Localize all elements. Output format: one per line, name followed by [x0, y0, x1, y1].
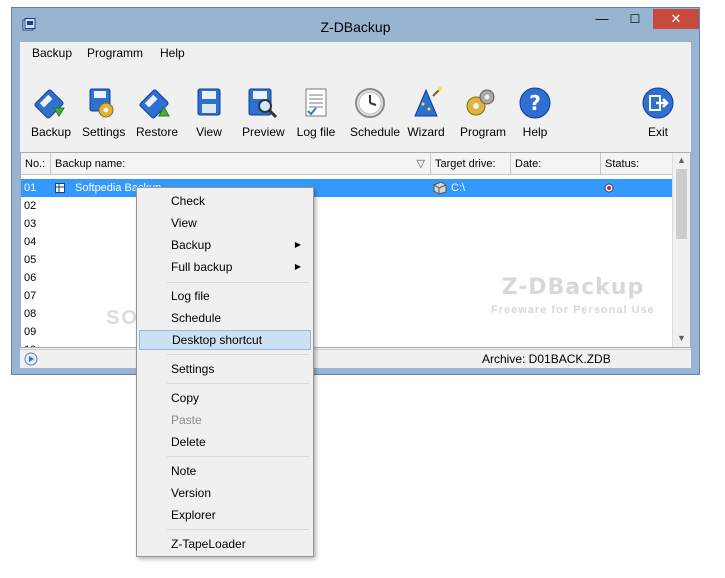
exit-icon — [642, 87, 674, 119]
context-item-copy[interactable]: Copy — [139, 388, 311, 408]
column-header-date[interactable]: Date: — [511, 153, 601, 175]
context-menu: Check View Backup ▶ Full backup ▶ Log fi… — [136, 187, 314, 557]
context-item-backup[interactable]: Backup ▶ — [139, 235, 311, 255]
column-header-status[interactable]: Status: — [601, 153, 681, 175]
column-header-target-drive[interactable]: Target drive: — [431, 153, 511, 175]
schedule-icon — [355, 88, 385, 118]
table-row[interactable]: 03 — [21, 215, 681, 233]
menu-separator — [167, 456, 309, 457]
context-item-schedule[interactable]: Schedule — [139, 308, 311, 328]
submenu-arrow-icon: ▶ — [294, 262, 301, 271]
context-item-desktop-shortcut[interactable]: Desktop shortcut — [139, 330, 311, 350]
menu-separator — [167, 383, 309, 384]
status-bar: Archive: D01BACK.ZDB — [20, 349, 691, 368]
preview-icon — [248, 88, 278, 119]
restore-icon — [139, 89, 170, 119]
menu-separator — [167, 354, 309, 355]
close-button[interactable]: ✕ — [653, 9, 699, 29]
view-icon — [197, 88, 221, 116]
help-icon: ? — [519, 87, 551, 119]
drive-icon — [433, 181, 447, 195]
menu-bar: Backup Programm Help — [20, 42, 691, 64]
menu-help[interactable]: Help — [160, 46, 185, 60]
play-icon[interactable] — [24, 352, 38, 366]
scroll-thumb[interactable] — [676, 169, 687, 239]
watermark-subtitle: Freeware for Personal Use — [491, 304, 655, 316]
log-file-icon — [305, 88, 327, 117]
context-item-paste: Paste — [171, 413, 202, 427]
wizard-icon — [414, 87, 442, 117]
menu-separator — [167, 282, 309, 283]
table-row[interactable]: 02 — [21, 197, 681, 215]
svg-text:?: ? — [529, 91, 541, 115]
context-item-view[interactable]: View — [139, 213, 311, 233]
app-window: Z-DBackup — ☐ ✕ Backup Programm Help Bac… — [11, 7, 700, 375]
table-row[interactable]: 10 — [21, 341, 681, 347]
context-item-note[interactable]: Note — [139, 461, 311, 481]
scroll-up-arrow[interactable]: ▲ — [677, 155, 686, 165]
context-item-log-file[interactable]: Log file — [139, 286, 311, 306]
context-item-check[interactable]: Check — [139, 191, 311, 211]
watermark: Z-DBackup Freeware for Personal Use — [491, 275, 655, 316]
menu-backup[interactable]: Backup — [32, 46, 72, 60]
table-row[interactable]: 05 — [21, 251, 681, 269]
toolbar: Backup Settings Restore View Preview Log… — [20, 66, 691, 146]
client-area: Backup Programm Help Backup Settings Res… — [20, 42, 691, 368]
context-item-z-tapeloader[interactable]: Z-TapeLoader — [139, 534, 311, 554]
maximize-button[interactable]: ☐ — [620, 9, 650, 29]
column-header-no[interactable]: No.: — [21, 153, 51, 175]
table-row[interactable]: 01 Softpedia Backup C:\ — [21, 179, 681, 197]
backup-icon — [34, 89, 65, 119]
title-bar[interactable]: Z-DBackup — ☐ ✕ — [12, 8, 699, 42]
vertical-scrollbar[interactable]: ▲ ▼ — [672, 153, 690, 347]
sort-icon[interactable]: ▽ — [417, 153, 425, 175]
watermark-title: Z-DBackup — [501, 275, 645, 300]
menu-programm[interactable]: Programm — [87, 46, 143, 60]
minimize-button[interactable]: — — [587, 9, 617, 29]
column-header-backup-name[interactable]: Backup name: ▽ — [51, 153, 431, 175]
context-item-version[interactable]: Version — [139, 483, 311, 503]
submenu-arrow-icon: ▶ — [294, 240, 301, 249]
program-icon — [466, 89, 495, 116]
context-item-full-backup[interactable]: Full backup ▶ — [139, 257, 311, 277]
context-item-settings[interactable]: Settings — [139, 359, 311, 379]
context-item-delete[interactable]: Delete — [139, 432, 311, 452]
target-drive: C:\ — [451, 182, 466, 194]
table-icon — [55, 183, 65, 193]
status-icon — [604, 183, 614, 193]
context-item-explorer[interactable]: Explorer — [139, 505, 311, 525]
backup-grid: No.: Backup name: ▽ Target drive: Date: … — [20, 152, 691, 348]
table-row[interactable]: 04 — [21, 233, 681, 251]
settings-icon — [89, 88, 114, 118]
archive-status: Archive: D01BACK.ZDB — [482, 352, 611, 366]
scroll-down-arrow[interactable]: ▼ — [677, 333, 686, 343]
menu-separator — [167, 529, 309, 530]
